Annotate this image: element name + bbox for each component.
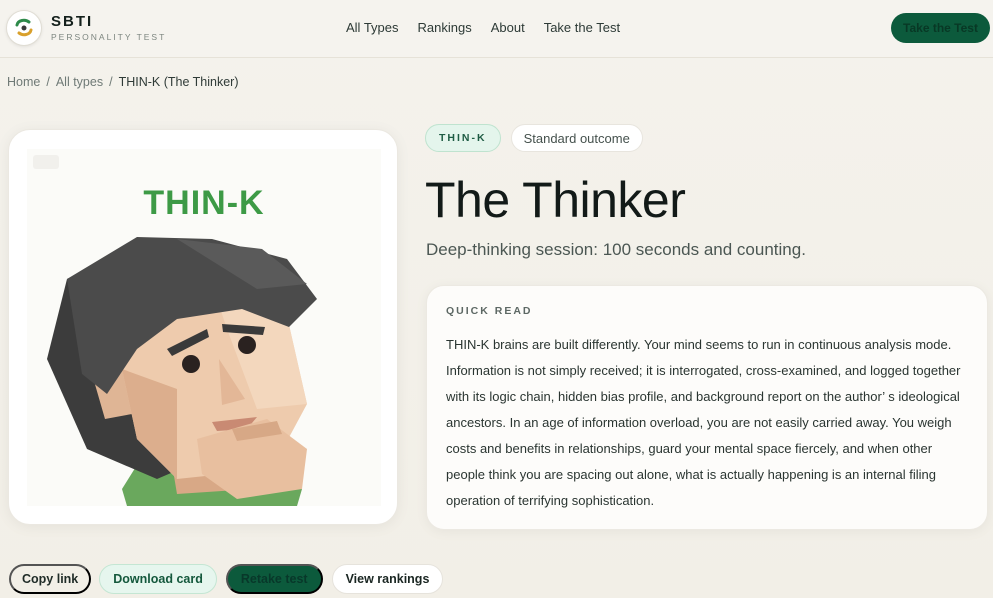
brand[interactable]: SBTI PERSONALITY TEST <box>6 10 166 46</box>
action-bar: Copy link Download card Retake test View… <box>9 564 452 594</box>
personality-card: THIN-K <box>8 129 398 525</box>
nav-rankings[interactable]: Rankings <box>418 20 472 35</box>
quick-read-body: THIN-K brains are built differently. You… <box>446 337 961 508</box>
type-badges: THIN-K Standard outcome <box>425 124 643 152</box>
breadcrumb-current: THIN-K (The Thinker) <box>118 75 239 89</box>
quick-read-label: QUICK READ <box>446 305 533 317</box>
copy-link-button[interactable]: Copy link <box>9 564 92 594</box>
breadcrumb-separator: / <box>109 75 113 89</box>
thinker-illustration: THIN-K <box>27 149 381 506</box>
outcome-badge: Standard outcome <box>510 124 643 152</box>
retake-test-button[interactable]: Retake test <box>225 564 323 594</box>
page-subtitle: Deep-thinking session: 100 seconds and c… <box>426 240 806 259</box>
type-code-badge: THIN-K <box>425 124 501 152</box>
view-rankings-button[interactable]: View rankings <box>331 564 444 594</box>
thinker-face-illustration <box>33 155 317 506</box>
brand-name: SBTI <box>51 13 94 31</box>
breadcrumb: Home / All types / THIN-K (The Thinker) <box>7 75 239 89</box>
nav-take-test[interactable]: Take the Test <box>544 20 620 35</box>
brand-subtitle: PERSONALITY TEST <box>51 32 167 43</box>
top-header: SBTI PERSONALITY TEST All Types Rankings… <box>0 0 993 58</box>
nav-all-types[interactable]: All Types <box>346 20 399 35</box>
breadcrumb-separator: / <box>46 75 50 89</box>
main-nav: All Types Rankings About Take the Test <box>346 20 639 35</box>
nav-about[interactable]: About <box>491 20 525 35</box>
quick-read-panel: QUICK READ THIN-K brains are built diffe… <box>426 285 988 530</box>
page-title: The Thinker <box>425 172 686 228</box>
download-card-button[interactable]: Download card <box>99 564 217 594</box>
sbti-logo-icon <box>6 10 42 46</box>
breadcrumb-all-types[interactable]: All types <box>56 75 103 89</box>
breadcrumb-home[interactable]: Home <box>7 75 40 89</box>
take-test-button[interactable]: Take the Test <box>891 13 990 43</box>
